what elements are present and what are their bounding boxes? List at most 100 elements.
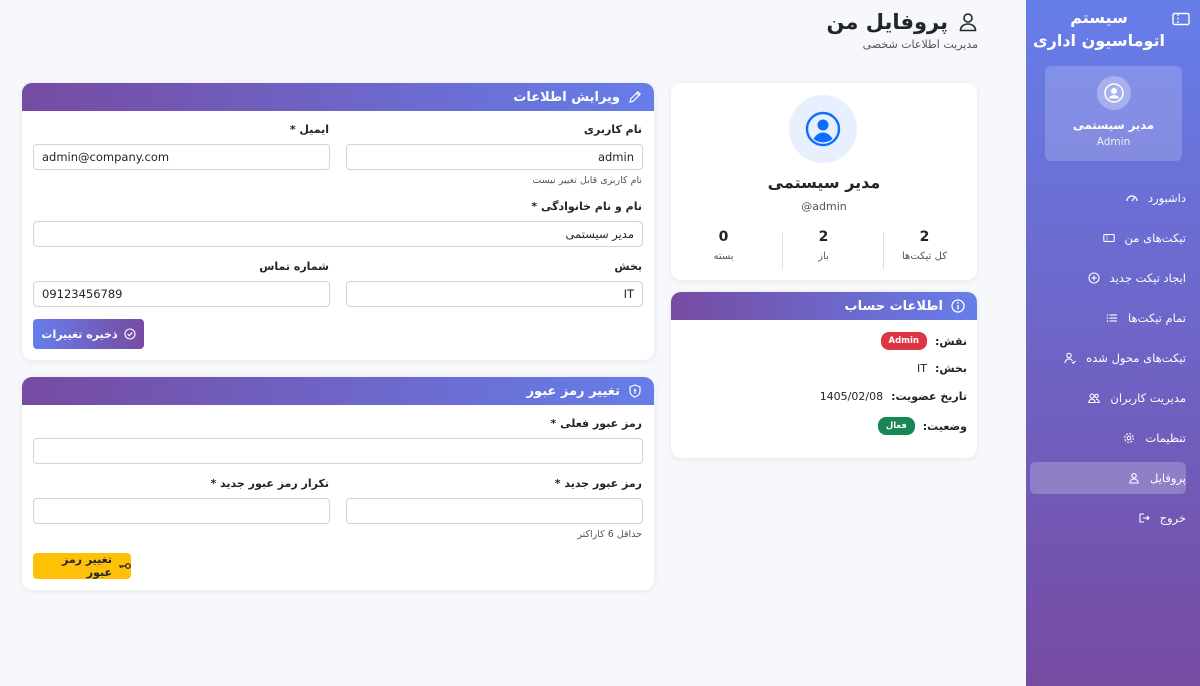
info-circle-icon: [951, 299, 965, 313]
stat-closed: 0 بسته: [673, 229, 774, 262]
joined-value: 1405/02/08: [819, 390, 884, 403]
stat-label: کل تیکت‌ها: [902, 251, 947, 262]
sidebar-item-label: تمام تیکت‌ها: [1127, 311, 1186, 325]
person-circle-icon: [1103, 83, 1124, 103]
users-icon: [1088, 393, 1101, 404]
sidebar-item-logout[interactable]: خروج: [1030, 502, 1186, 534]
shield-lock-icon: [629, 384, 641, 398]
phone-field[interactable]: 09123456789: [33, 281, 330, 307]
stat-total: 2 کل تیکت‌ها: [874, 229, 975, 262]
user-check-icon: [1064, 352, 1077, 364]
ticket-icon: [1102, 233, 1115, 243]
change-password-button[interactable]: تغییر رمز عبور: [33, 553, 131, 579]
dept-row: بخش: IT: [917, 362, 967, 375]
dept-label: بخش:: [934, 362, 967, 375]
page-subtitle: مدیریت اطلاعات شخصی: [862, 38, 978, 51]
sidebar-item-my-tickets[interactable]: تیکت‌های من: [1030, 222, 1186, 254]
sidebar-user-name: مدیر سیستمی: [1073, 118, 1154, 132]
joined-row: تاریخ عضویت: 1405/02/08: [820, 390, 967, 403]
list-icon: [1106, 314, 1117, 322]
card-header: اطلاعات حساب: [671, 292, 977, 320]
divider: [883, 233, 884, 269]
sidebar-item-profile[interactable]: پروفایل: [1030, 462, 1186, 494]
sidebar-item-settings[interactable]: تنظیمات: [1030, 422, 1186, 454]
stat-label: بسته: [713, 251, 734, 262]
save-button[interactable]: ذخیره تغییرات: [33, 319, 144, 349]
card-title: اطلاعات حساب: [844, 298, 943, 314]
logout-icon: [1139, 513, 1150, 523]
sidebar-user-card: مدیر سیستمی Admin: [1045, 66, 1182, 161]
sidebar-item-new-ticket[interactable]: ایجاد تیکت جدید: [1030, 262, 1186, 294]
page-title-text: پروفایل من: [826, 10, 948, 34]
stat-value: 2: [818, 229, 829, 245]
username-label: نام کاربری: [583, 123, 642, 136]
sidebar-item-label: ایجاد تیکت جدید: [1109, 271, 1186, 285]
sidebar-item-label: داشبورد: [1147, 191, 1186, 205]
current-password-field[interactable]: [33, 438, 643, 464]
check-circle-icon: [124, 328, 136, 340]
sidebar-nav: داشبورد تیکت‌های من ایجاد تیکت جدید تمام…: [1026, 182, 1200, 542]
role-label: نقش:: [935, 334, 967, 348]
profile-username: admin@: [801, 200, 847, 213]
page-header: پروفایل من مدیریت اطلاعات شخصی: [827, 10, 978, 51]
dashboard-icon: [1126, 195, 1138, 202]
sidebar-item-label: تنظیمات: [1145, 431, 1186, 445]
fullname-field[interactable]: مدیر سیستمی: [33, 221, 643, 247]
save-button-label: ذخیره تغییرات: [41, 327, 118, 341]
status-badge: فعال: [877, 417, 915, 435]
sidebar-item-dashboard[interactable]: داشبورد: [1030, 182, 1186, 214]
sidebar-item-label: مدیریت کاربران: [1110, 391, 1186, 405]
card-title: ویرایش اطلاعات: [513, 89, 620, 105]
gear-icon: [1124, 433, 1135, 443]
new-password-label: رمز عبور جدید *: [554, 477, 642, 490]
new-password-hint: حداقل 6 کاراکتر: [577, 529, 642, 540]
profile-name: مدیر سیستمی: [767, 173, 881, 192]
page-title: پروفایل من: [827, 10, 978, 34]
joined-label: تاریخ عضویت:: [891, 390, 967, 403]
avatar: [789, 95, 857, 163]
confirm-password-label: تکرار رمز عبور جدید *: [210, 477, 329, 490]
person-circle-icon: [805, 111, 841, 147]
sidebar-item-label: تیکت‌های من: [1124, 231, 1186, 245]
sidebar-item-label: تیکت‌های محول شده: [1086, 351, 1186, 365]
email-label: ایمیل *: [289, 123, 329, 136]
edit-info-card: ویرایش اطلاعات نام کاربری admin نام کارب…: [22, 83, 654, 360]
dept-field[interactable]: IT: [346, 281, 643, 307]
key-icon: [119, 563, 131, 569]
change-password-card: تغییر رمز عبور رمز عبور فعلی * رمز عبور …: [22, 377, 654, 590]
pencil-icon: [629, 91, 641, 103]
profile-card: مدیر سیستمی admin@ 2 کل تیکت‌ها 2 باز 0 …: [671, 83, 977, 280]
card-header: تغییر رمز عبور: [22, 377, 654, 405]
person-icon: [959, 13, 977, 32]
confirm-password-field[interactable]: [33, 498, 330, 524]
sidebar-item-all-tickets[interactable]: تمام تیکت‌ها: [1030, 302, 1186, 334]
person-icon: [1129, 473, 1139, 484]
current-password-label: رمز عبور فعلی *: [550, 417, 643, 430]
stat-value: 2: [919, 229, 930, 245]
stat-open: 2 باز: [773, 229, 874, 262]
sidebar-item-assigned-tickets[interactable]: تیکت‌های محول شده: [1030, 342, 1186, 374]
phone-label: شماره تماس: [259, 260, 329, 273]
sidebar-item-users[interactable]: مدیریت کاربران: [1030, 382, 1186, 414]
status-label: وضعیت:: [922, 419, 967, 433]
status-row: وضعیت: فعال: [877, 417, 967, 435]
sidebar-user-role: Admin: [1096, 136, 1131, 148]
role-badge: Admin: [880, 332, 927, 350]
new-password-field[interactable]: [346, 498, 643, 524]
fullname-label: نام و نام خانوادگی *: [531, 200, 642, 213]
ticket-icon: [1172, 12, 1190, 26]
sidebar: سیستم اتوماسیون اداری مدیر سیستمی Admin …: [1026, 0, 1200, 686]
stat-label: باز: [818, 251, 829, 262]
avatar: [1096, 76, 1131, 110]
change-password-label: تغییر رمز عبور: [62, 553, 112, 579]
sidebar-item-label: پروفایل: [1149, 471, 1186, 485]
card-title: تغییر رمز عبور: [526, 383, 620, 399]
username-field[interactable]: admin: [346, 144, 643, 170]
plus-circle-icon: [1087, 272, 1100, 284]
dept-label: بخش: [614, 260, 642, 273]
email-field[interactable]: admin@company.com: [33, 144, 330, 170]
divider: [782, 233, 783, 269]
dept-value: IT: [917, 362, 927, 375]
sidebar-item-label: خروج: [1159, 511, 1186, 525]
brand[interactable]: سیستم اتوماسیون اداری: [1032, 6, 1190, 52]
